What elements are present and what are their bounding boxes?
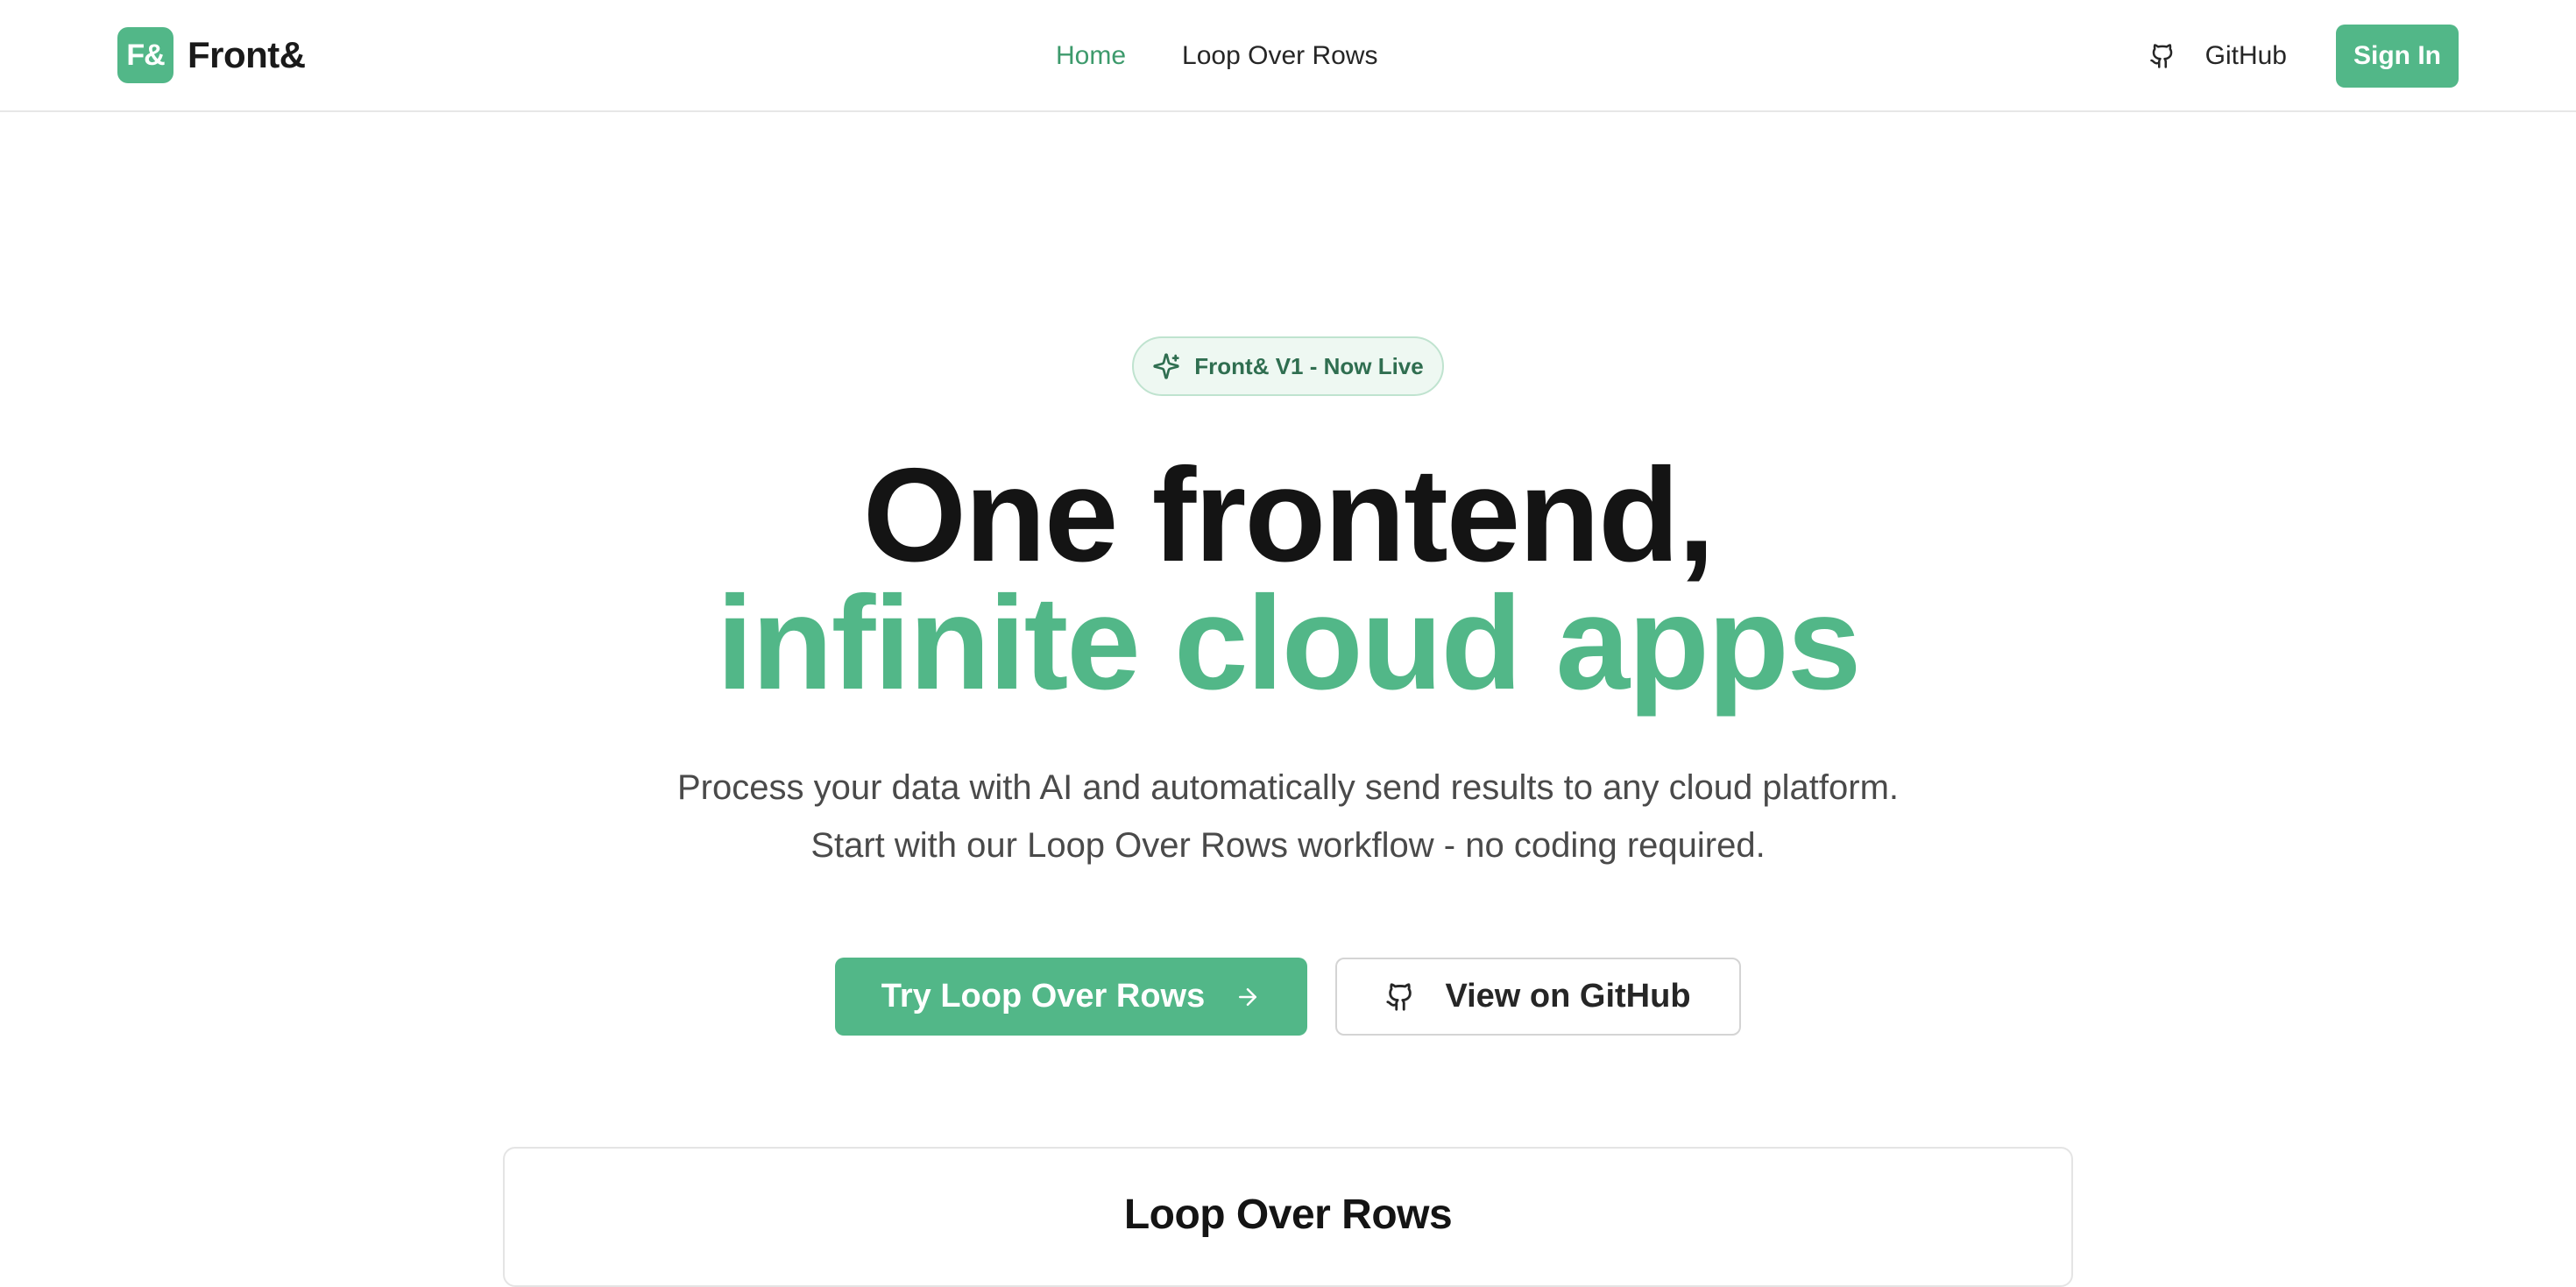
- card-title: Loop Over Rows: [1123, 1192, 1453, 1238]
- loop-over-rows-card: Loop Over Rows: [503, 1147, 2073, 1287]
- sign-in-button[interactable]: Sign In: [2336, 25, 2459, 88]
- main-nav: Home Loop Over Rows: [1056, 35, 1433, 77]
- hero-headline-line1: One frontend,: [862, 441, 1715, 590]
- release-badge-label: Front& V1 - Now Live: [1194, 352, 1424, 379]
- try-loop-over-rows-label: Try Loop Over Rows: [881, 978, 1206, 1015]
- github-icon: [2149, 44, 2172, 68]
- hero-subtitle-line1: Process your data with AI and automatica…: [676, 768, 1900, 807]
- view-on-github-label: View on GitHub: [1445, 978, 1691, 1015]
- nav-link-home[interactable]: Home: [1056, 41, 1126, 71]
- nav-link-loop-over-rows[interactable]: Loop Over Rows: [1182, 41, 1377, 71]
- top-navbar: F& Front& Home Loop Over Rows GitHub Sig…: [0, 0, 2576, 112]
- brand-name: Front&: [188, 34, 306, 75]
- github-icon: [1386, 982, 1412, 1011]
- arrow-right-icon: [1239, 987, 1257, 1006]
- header-actions: GitHub Sign In: [2149, 25, 2459, 88]
- view-on-github-button[interactable]: View on GitHub: [1335, 958, 1741, 1036]
- github-link-label: GitHub: [2204, 41, 2287, 70]
- brand-logo[interactable]: F& Front&: [117, 27, 306, 83]
- try-loop-over-rows-button[interactable]: Try Loop Over Rows: [835, 958, 1307, 1036]
- hero-subtitle-line2: Start with our Loop Over Rows workflow -…: [810, 826, 1766, 865]
- release-badge: Front& V1 - Now Live: [1132, 336, 1444, 396]
- sparkles-icon: [1153, 353, 1179, 379]
- logo-mark: F&: [117, 27, 173, 83]
- hero-headline-line2: infinite cloud apps: [716, 569, 1862, 718]
- github-link[interactable]: GitHub: [2149, 41, 2287, 71]
